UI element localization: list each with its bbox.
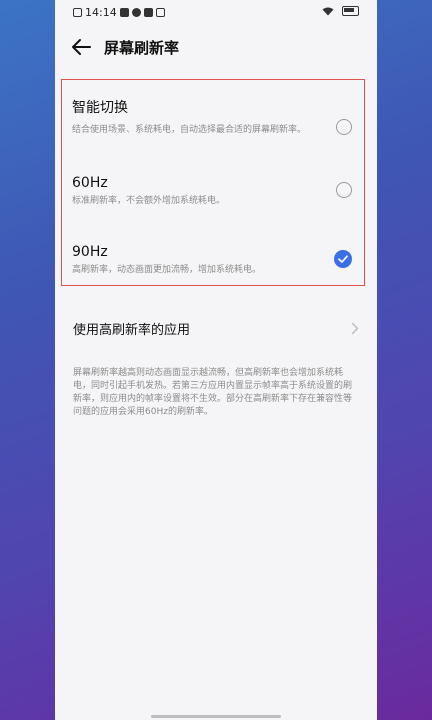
apps-row-label: 使用高刷新率的应用 (73, 323, 191, 338)
option-smart-switch[interactable]: 智能切换 结合使用场景、系统耗电，自动选择最合适的屏幕刷新率。 (62, 90, 364, 156)
option-description: 标准刷新率，不会额外增加系统耗电。 (72, 196, 226, 206)
sim-icon (73, 8, 82, 17)
app-notification-icon (131, 8, 141, 17)
high-refresh-apps-row[interactable]: 使用高刷新率的应用 (55, 310, 377, 346)
refresh-rate-footnote: 屏幕刷新率越高则动态画面显示越流畅，但高刷新率也会增加系统耗电，同时引起手机发热… (73, 368, 353, 417)
wifi-icon (322, 7, 334, 15)
option-title: 智能切换 (72, 100, 128, 116)
app-notification-icon (155, 8, 165, 17)
back-arrow-icon[interactable] (70, 37, 92, 57)
checkmark-icon (338, 255, 348, 263)
battery-icon (342, 6, 359, 16)
radio-unchecked-icon[interactable] (336, 182, 352, 198)
chevron-right-icon (351, 322, 359, 335)
radio-unchecked-icon[interactable] (336, 119, 352, 135)
status-right (322, 6, 359, 16)
app-notification-icon (119, 8, 129, 17)
option-description: 结合使用场景、系统耗电，自动选择最合适的屏幕刷新率。 (72, 125, 307, 135)
status-bar: 14:14 (55, 0, 377, 26)
mail-icon (143, 8, 153, 17)
page-title: 屏幕刷新率 (104, 39, 180, 57)
option-description: 高刷新率，动态画面更加流畅，增加系统耗电。 (72, 265, 262, 275)
option-title: 90Hz (72, 244, 108, 260)
header: 屏幕刷新率 (55, 30, 377, 64)
status-left: 14:14 (73, 6, 165, 19)
option-title: 60Hz (72, 175, 108, 191)
option-60hz[interactable]: 60Hz 标准刷新率，不会额外增加系统耗电。 (62, 171, 364, 237)
phone-screen: 14:14 屏幕刷新率 智能切换 结合使用场景、系统耗电，自动选择最合适的屏幕刷… (55, 0, 377, 720)
option-90hz[interactable]: 90Hz 高刷新率，动态画面更加流畅，增加系统耗电。 (62, 242, 364, 308)
radio-checked-icon[interactable] (334, 250, 352, 268)
refresh-rate-options: 智能切换 结合使用场景、系统耗电，自动选择最合适的屏幕刷新率。 60Hz 标准刷… (61, 79, 365, 286)
home-indicator[interactable] (151, 715, 281, 718)
status-time: 14:14 (85, 6, 117, 19)
